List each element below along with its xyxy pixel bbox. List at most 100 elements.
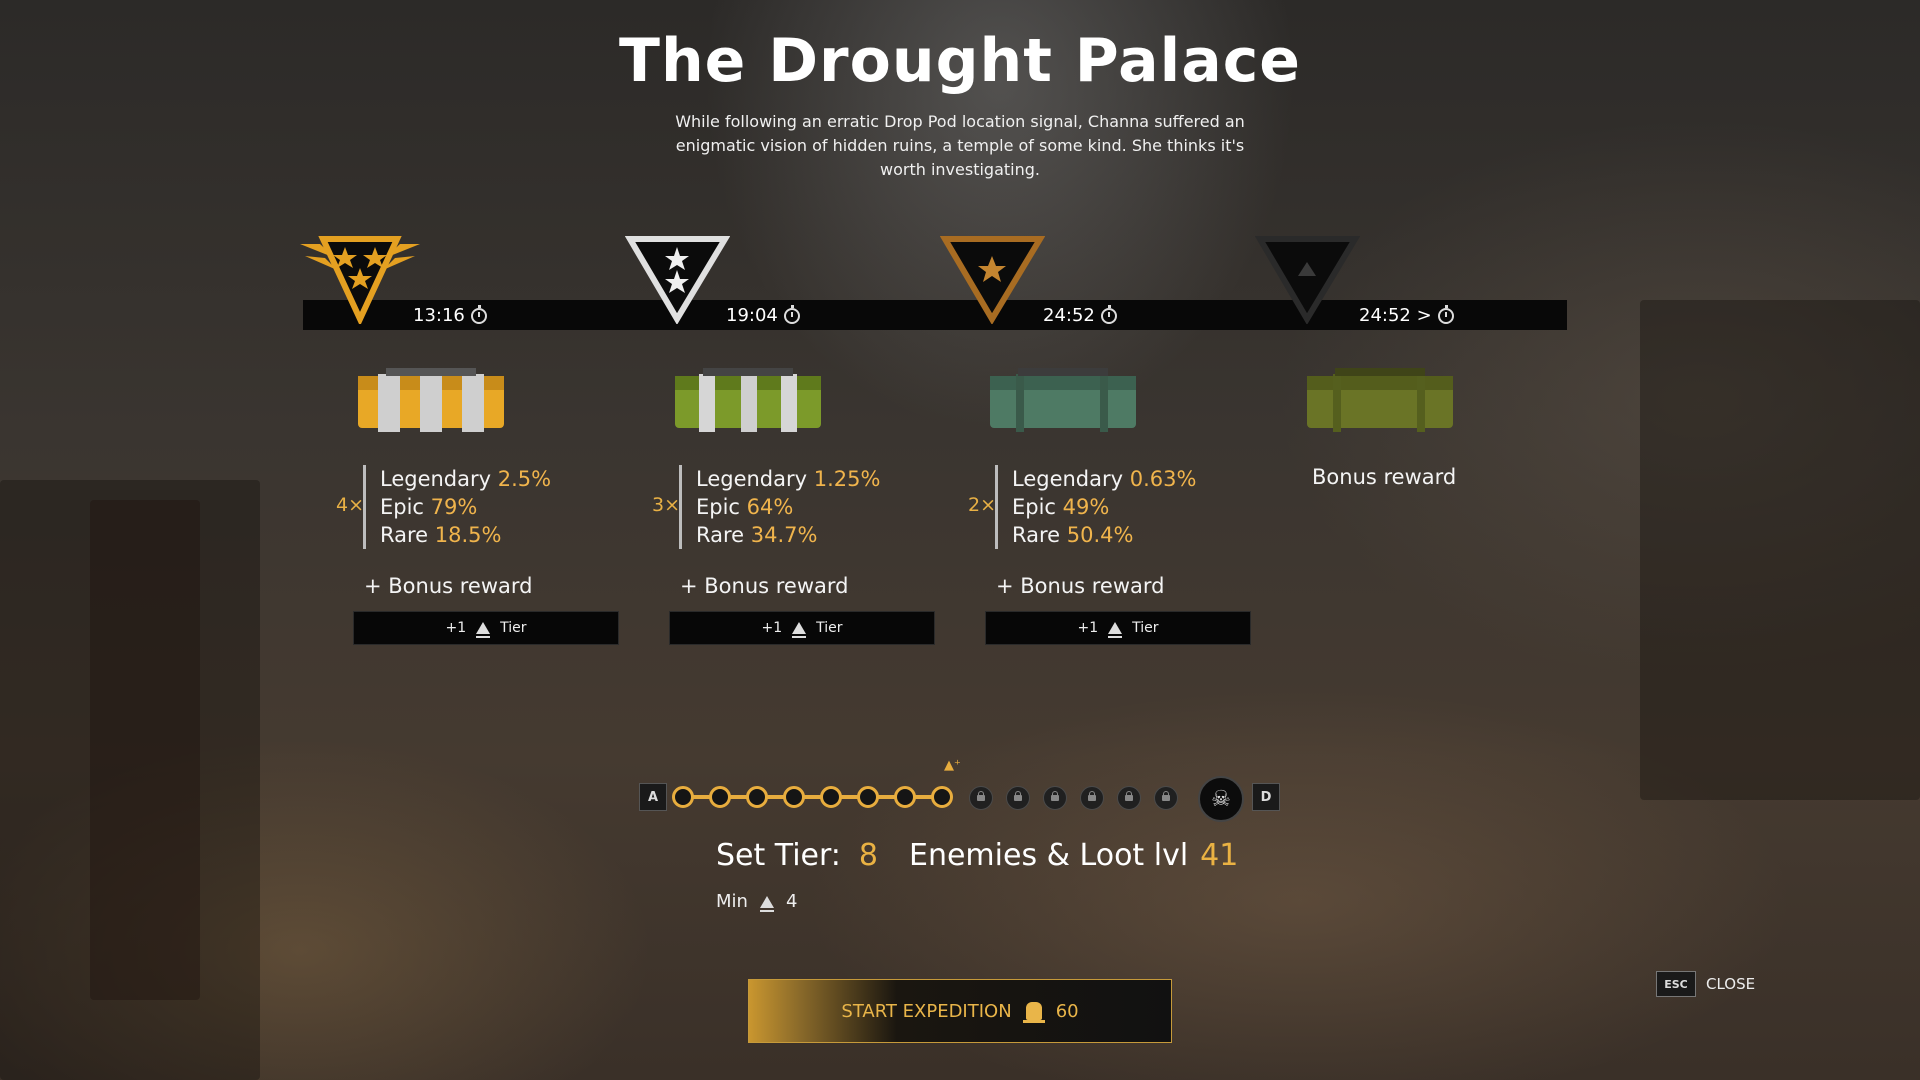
drop-pod-cost-icon	[1022, 1002, 1045, 1023]
tier-dot-locked[interactable]	[1043, 786, 1067, 810]
tier-bonus-box: +1 Tier	[353, 611, 619, 645]
background-ruin	[1640, 300, 1920, 800]
drop-rates-gold: Legendary 2.5% Epic 79% Rare 18.5%	[363, 465, 551, 549]
bonus-reward-label: Bonus reward	[1312, 465, 1457, 489]
tier-dot-unlocked[interactable]	[672, 786, 694, 808]
tier-icon	[759, 895, 774, 912]
tier-icon	[792, 622, 807, 638]
enemies-loot-value: 41	[1200, 838, 1239, 873]
gold-chest-icon	[358, 368, 504, 432]
min-value: 4	[785, 891, 798, 912]
tier-dot-unlocked[interactable]	[931, 786, 953, 808]
page-title: The Drought Palace	[619, 26, 1301, 96]
tier-dot-unlocked[interactable]	[894, 786, 916, 808]
tier-bonus-value: +1	[445, 620, 467, 636]
enemies-loot-label: Enemies & Loot lvl	[909, 838, 1189, 873]
legendary-label: Legendary	[1012, 467, 1124, 491]
rare-rate: 50.4%	[1066, 523, 1134, 547]
stopwatch-icon	[783, 304, 800, 324]
silver-rank-badge	[625, 236, 730, 324]
rare-label: Rare	[1012, 523, 1061, 547]
tier-dot-unlocked[interactable]	[746, 786, 768, 808]
epic-rate: 64%	[746, 495, 794, 519]
tier-dot-locked[interactable]	[1080, 786, 1104, 810]
legendary-label: Legendary	[380, 467, 492, 491]
bonus-reward-label: + Bonus reward	[996, 574, 1165, 598]
esc-key-icon: ESC	[1656, 971, 1696, 997]
start-expedition-label: START EXPEDITION	[841, 1000, 1012, 1022]
start-expedition-button[interactable]: START EXPEDITION 60	[748, 979, 1172, 1043]
time-value: 19:04	[726, 305, 778, 326]
tier-bonus-value: +1	[761, 620, 783, 636]
set-tier-label: Set Tier:	[716, 838, 841, 873]
legendary-rate: 1.25%	[813, 467, 881, 491]
legendary-label: Legendary	[696, 467, 808, 491]
min-tier: Min 4	[716, 891, 797, 912]
tier-dot-locked[interactable]	[1006, 786, 1030, 810]
drop-rates-silver: Legendary 1.25% Epic 64% Rare 34.7%	[679, 465, 880, 549]
time-silver: 19:04	[726, 304, 800, 326]
bronze-rank-badge	[940, 236, 1045, 324]
epic-rate: 79%	[430, 495, 478, 519]
time-gold: 13:16	[413, 304, 487, 326]
chest-multiplier: 3×	[652, 494, 681, 516]
time-value: 13:16	[413, 305, 465, 326]
gold-rank-badge	[300, 236, 420, 324]
min-label: Min	[716, 891, 748, 912]
time-bronze: 24:52	[1043, 304, 1117, 326]
tier-up-icon: ▲⁺	[944, 758, 961, 773]
set-tier: Set Tier: 8	[716, 838, 878, 873]
tier-bonus-box: +1 Tier	[669, 611, 935, 645]
tier-icon	[1108, 622, 1123, 638]
tier-track[interactable]	[672, 777, 1232, 817]
tier-dot-unlocked[interactable]	[783, 786, 805, 808]
bonus-reward-label: + Bonus reward	[364, 574, 533, 598]
tier-bonus-value: +1	[1077, 620, 1099, 636]
legendary-rate: 2.5%	[497, 467, 552, 491]
rare-label: Rare	[380, 523, 429, 547]
rare-rate: 34.7%	[750, 523, 818, 547]
tier-track-start[interactable]: A	[639, 783, 667, 811]
set-tier-value: 8	[858, 838, 879, 873]
bonus-chest-icon	[1307, 368, 1453, 432]
tier-bonus-label: Tier	[816, 620, 843, 636]
close-label: CLOSE	[1706, 975, 1756, 993]
tier-bonus-box: +1 Tier	[985, 611, 1251, 645]
tier-bonus-label: Tier	[500, 620, 527, 636]
time-value: 24:52	[1043, 305, 1095, 326]
bonus-reward-label: + Bonus reward	[680, 574, 849, 598]
tier-dot-unlocked[interactable]	[709, 786, 731, 808]
rare-label: Rare	[696, 523, 745, 547]
tier-dot-unlocked[interactable]	[820, 786, 842, 808]
tier-icon	[476, 622, 491, 638]
drop-rates-bronze: Legendary 0.63% Epic 49% Rare 50.4%	[995, 465, 1196, 549]
no-rank-badge	[1255, 236, 1360, 324]
start-expedition-cost: 60	[1055, 1000, 1079, 1022]
enemies-loot-level: Enemies & Loot lvl 41	[909, 838, 1238, 873]
stopwatch-icon	[1437, 304, 1454, 324]
epic-label: Epic	[380, 495, 424, 519]
tier-dot-locked[interactable]	[969, 786, 993, 810]
epic-label: Epic	[696, 495, 740, 519]
tier-bonus-label: Tier	[1132, 620, 1159, 636]
legendary-rate: 0.63%	[1129, 467, 1197, 491]
time-none: 24:52 >	[1359, 304, 1454, 326]
time-value: 24:52 >	[1359, 305, 1432, 326]
stopwatch-icon	[470, 304, 487, 324]
silver-chest-icon	[675, 368, 821, 432]
tier-dot-locked[interactable]	[1117, 786, 1141, 810]
stopwatch-icon	[1100, 304, 1117, 324]
bronze-chest-icon	[990, 368, 1136, 432]
epic-rate: 49%	[1062, 495, 1110, 519]
tier-dot-unlocked[interactable]	[857, 786, 879, 808]
rare-rate: 18.5%	[434, 523, 502, 547]
chest-multiplier: 4×	[336, 494, 365, 516]
tier-track-end[interactable]: D	[1252, 783, 1280, 811]
background-ruin	[90, 500, 200, 1000]
close-button[interactable]: ESC CLOSE	[1656, 971, 1755, 997]
tier-dot-locked[interactable]	[1154, 786, 1178, 810]
chest-multiplier: 2×	[968, 494, 997, 516]
epic-label: Epic	[1012, 495, 1056, 519]
skull-tier-icon[interactable]: ☠	[1198, 776, 1244, 822]
expedition-description: While following an erratic Drop Pod loca…	[675, 112, 1245, 179]
